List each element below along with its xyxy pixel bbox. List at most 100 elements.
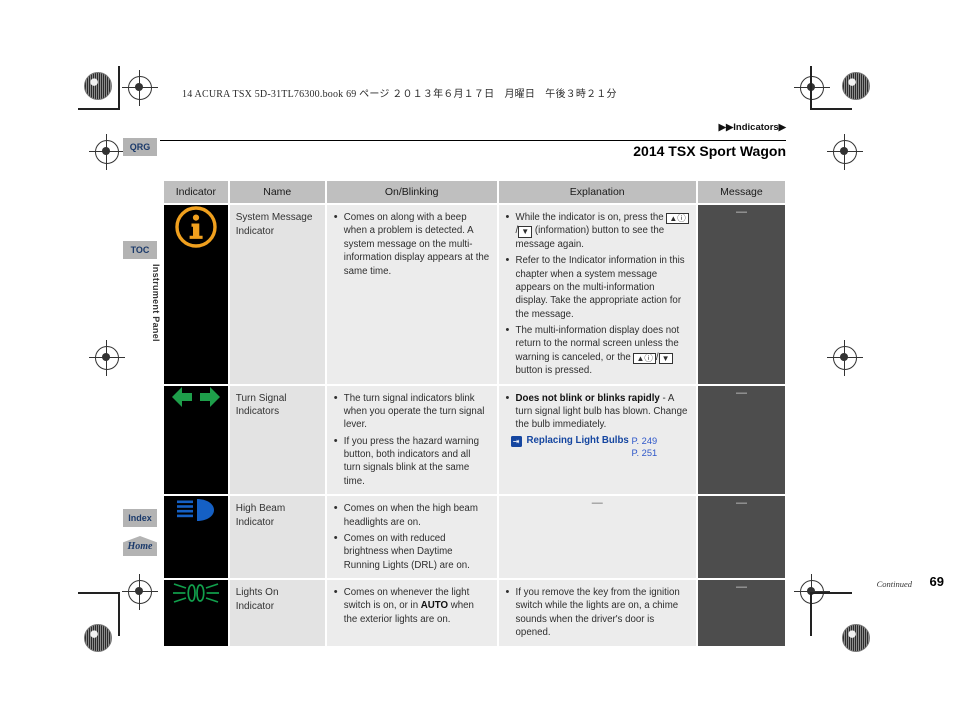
cross-reference-pages[interactable]: P. 249 P. 251 [632, 435, 658, 459]
sidebar-item-qrg[interactable]: QRG [123, 138, 157, 156]
halftone-dot-top-left [84, 72, 112, 100]
registration-mark-right-upper [827, 134, 863, 170]
indicator-icon-cell [164, 580, 228, 646]
list-item: Does not blink or blinks rapidly - A tur… [506, 391, 689, 432]
table-row: High Beam Indicator Comes on when the hi… [164, 496, 785, 579]
crop-mark-1 [78, 108, 120, 110]
table-row: Lights On Indicator Comes on whenever th… [164, 580, 785, 646]
halftone-dot-top-right [842, 72, 870, 100]
lights-on-indicator-icon [170, 583, 222, 610]
indicator-name-cell: System Message Indicator [229, 205, 325, 384]
indicator-name-label: Turn Signal Indicators [235, 392, 287, 418]
indicator-name-cell: Lights On Indicator [229, 580, 325, 646]
column-header-onblinking: On/Blinking [326, 181, 497, 203]
registration-mark-left-lower [89, 340, 125, 376]
on-blinking-list: Comes on along with a beep when a proble… [333, 210, 490, 278]
on-blinking-list: The turn signal indicators blink when yo… [333, 391, 490, 489]
on-blinking-cell: The turn signal indicators blink when yo… [326, 385, 497, 495]
chapter-label: Instrument Panel [151, 264, 161, 342]
title-divider [160, 140, 786, 141]
crop-mark-5 [78, 592, 120, 594]
sidebar-item-home[interactable]: Home [123, 536, 157, 556]
turn-signal-arrows-icon [171, 386, 221, 412]
indicator-icon-cell [164, 205, 228, 384]
registration-mark-bottom-left [122, 574, 158, 610]
explanation-cell: While the indicator is on, press the ▲ⓘ/… [498, 205, 696, 384]
column-header-indicator: Indicator [164, 181, 228, 203]
jump-arrow-icon: ⇥ [510, 435, 522, 447]
page-title: 2014 TSX Sport Wagon [633, 143, 786, 159]
list-item: Comes on with reduced brightness when Da… [334, 531, 490, 572]
message-cell: — [697, 205, 785, 384]
message-cell: — [697, 580, 785, 646]
breadcrumb[interactable]: ▶▶Indicators▶ [719, 122, 786, 133]
table-header-row: Indicator Name On/Blinking Explanation M… [164, 181, 785, 203]
column-header-message: Message [697, 181, 785, 203]
auto-keyword: AUTO [420, 600, 449, 612]
message-cell: — [697, 496, 785, 579]
explanation-cell: Does not blink or blinks rapidly - A tur… [498, 385, 696, 495]
print-header-line: 14 ACURA TSX 5D-31TL76300.book 69 ページ ２０… [182, 89, 617, 100]
table-row: System Message Indicator Comes on along … [164, 205, 785, 384]
column-header-name: Name [229, 181, 325, 203]
cross-reference-page-2[interactable]: P. 251 [632, 447, 658, 459]
on-blinking-list: Comes on when the high beam headlights a… [333, 501, 490, 572]
message-cell: — [697, 385, 785, 495]
list-item: Comes on when the high beam headlights a… [334, 501, 490, 529]
list-item: If you remove the key from the ignition … [506, 585, 689, 640]
indicator-name-label: High Beam Indicator [235, 503, 286, 528]
crop-mark-7 [810, 592, 852, 594]
halftone-dot-bottom-left [84, 624, 112, 652]
page-root: 14 ACURA TSX 5D-31TL76300.book 69 ページ ２０… [0, 0, 954, 718]
indicator-icon-cell [164, 385, 228, 495]
on-blinking-cell: Comes on when the high beam headlights a… [326, 496, 497, 579]
indicator-name-cell: Turn Signal Indicators [229, 385, 325, 495]
registration-mark-top-right [794, 70, 830, 106]
info-up-button-glyph-2: ▲ⓘ [633, 352, 656, 365]
cross-reference[interactable]: ⇥ Replacing Light Bulbs P. 249 P. 251 [505, 435, 689, 459]
indicator-name-cell: High Beam Indicator [229, 496, 325, 579]
info-down-button-glyph: ▼ [518, 226, 533, 238]
crop-mark-8 [810, 592, 812, 636]
crop-mark-2 [118, 66, 120, 110]
list-item: Comes on along with a beep when a proble… [334, 210, 490, 278]
registration-mark-right-lower [827, 340, 863, 376]
on-blinking-cell: Comes on whenever the light switch is on… [326, 580, 497, 646]
footer-page-number: 69 [929, 574, 944, 589]
list-item: Refer to the Indicator information in th… [506, 253, 689, 321]
system-message-info-icon [174, 206, 218, 253]
indicator-icon-cell [164, 496, 228, 579]
registration-mark-top-left [122, 70, 158, 106]
list-item: The turn signal indicators blink when yo… [334, 391, 490, 432]
explanation-list: While the indicator is on, press the ▲ⓘ/… [505, 210, 689, 378]
crop-mark-4 [810, 66, 812, 110]
indicators-table: Indicator Name On/Blinking Explanation M… [162, 179, 787, 648]
list-item: The multi-information display does not r… [506, 323, 689, 378]
explanation-cell: — [498, 496, 696, 579]
cross-reference-page-1[interactable]: P. 249 [632, 435, 658, 447]
sidebar-item-toc[interactable]: TOC [123, 241, 157, 259]
table-row: Turn Signal Indicators The turn signal i… [164, 385, 785, 495]
explanation-list: If you remove the key from the ignition … [505, 585, 689, 640]
column-header-explanation: Explanation [498, 181, 696, 203]
high-beam-headlight-icon [173, 499, 219, 528]
list-item: While the indicator is on, press the ▲ⓘ/… [506, 210, 689, 251]
explanation-bold-lead: Does not blink or blinks rapidly [515, 392, 660, 404]
on-blinking-list: Comes on whenever the light switch is on… [333, 585, 490, 626]
crop-mark-6 [118, 592, 120, 636]
footer-continued-label: Continued [876, 579, 912, 589]
explanation-list: Does not blink or blinks rapidly - A tur… [505, 391, 689, 432]
explanation-cell: If you remove the key from the ignition … [498, 580, 696, 646]
crop-mark-3 [810, 108, 852, 110]
cross-reference-title[interactable]: Replacing Light Bulbs [527, 435, 629, 446]
list-item: Comes on whenever the light switch is on… [334, 585, 490, 626]
on-blinking-cell: Comes on along with a beep when a proble… [326, 205, 497, 384]
halftone-dot-bottom-right [842, 624, 870, 652]
indicator-name-label: System Message Indicator [235, 212, 313, 237]
list-item: If you press the hazard warning button, … [334, 434, 490, 489]
indicator-name-label: Lights On Indicator [235, 587, 279, 612]
sidebar-item-index[interactable]: Index [123, 509, 157, 527]
info-down-button-glyph-2: ▼ [658, 352, 673, 365]
info-up-button-glyph: ▲ⓘ [666, 213, 689, 225]
registration-mark-left-upper [89, 134, 125, 170]
